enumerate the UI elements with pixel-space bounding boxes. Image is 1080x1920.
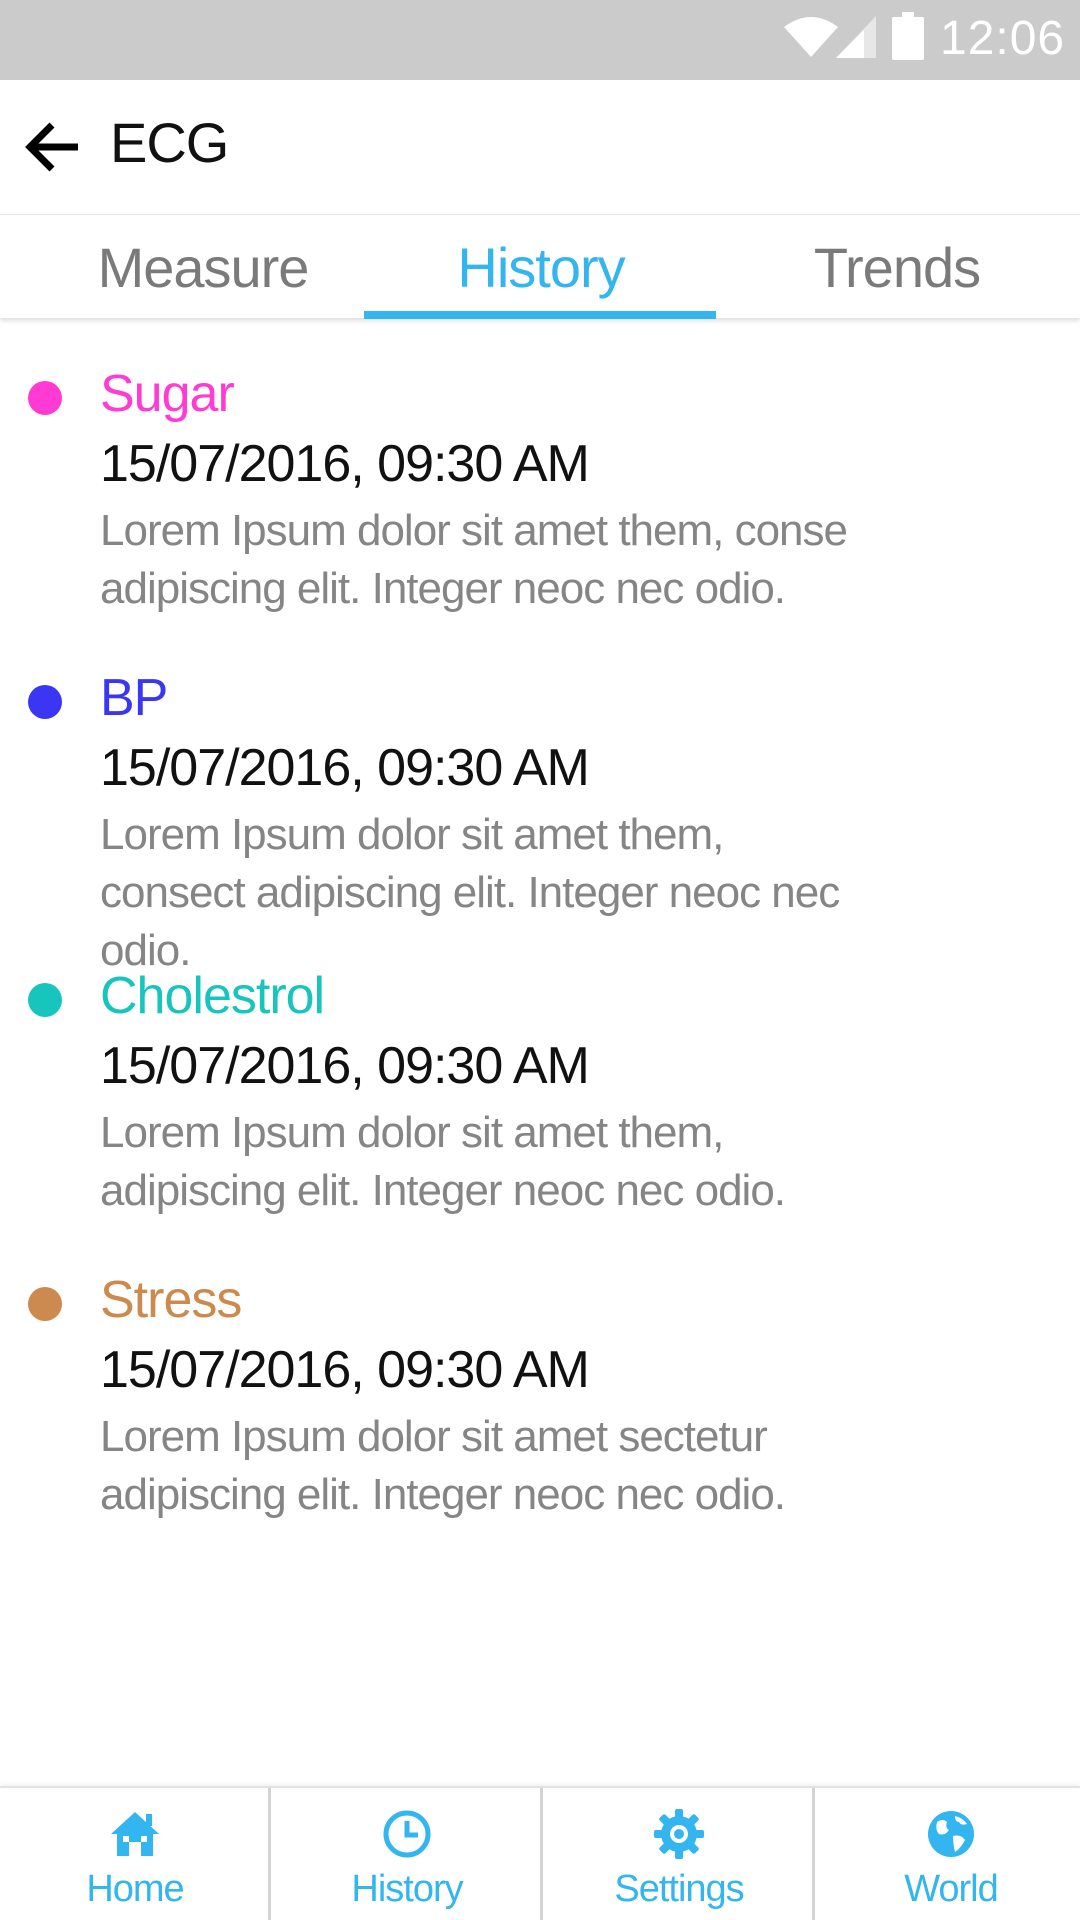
- arrow-back-icon[interactable]: [22, 116, 84, 178]
- gear-icon: [654, 1809, 704, 1859]
- tab-bar: Measure History Trends: [0, 214, 1080, 319]
- entry-description: Lorem Ipsum dolor sit amet them, consect…: [100, 810, 840, 975]
- entry-datetime: 15/07/2016, 09:30 AM: [100, 1037, 590, 1095]
- status-dot: [28, 381, 62, 415]
- status-bar: 12:06: [0, 0, 1080, 80]
- cell-signal-icon: [836, 16, 876, 58]
- page-title: ECG: [110, 111, 229, 174]
- entry-description: Lorem Ipsum dolor sit amet sectetur adip…: [100, 1412, 786, 1519]
- nav-world-label: World: [904, 1868, 999, 1910]
- clock-icon: [383, 1810, 431, 1858]
- entry-description: Lorem Ipsum dolor sit amet them, conse a…: [100, 506, 848, 613]
- battery-icon: [892, 12, 924, 60]
- wifi-icon: [784, 17, 838, 57]
- nav-history-label: History: [351, 1868, 463, 1910]
- status-time: 12:06: [940, 12, 1066, 65]
- entry-datetime: 15/07/2016, 09:30 AM: [100, 1341, 590, 1399]
- nav-divider: [268, 1788, 271, 1920]
- nav-home-label: Home: [86, 1868, 184, 1910]
- status-dot: [28, 983, 62, 1017]
- tab-measure[interactable]: Measure: [26, 215, 380, 319]
- home-icon: [111, 1812, 159, 1856]
- entry-datetime: 15/07/2016, 09:30 AM: [100, 739, 590, 797]
- globe-icon: [928, 1811, 974, 1857]
- nav-divider: [812, 1788, 815, 1920]
- status-dot: [28, 685, 62, 719]
- entry-description: Lorem Ipsum dolor sit amet them, adipisc…: [100, 1108, 786, 1215]
- entry-title: Cholestrol: [100, 967, 325, 1025]
- bottom-nav: Home History Settings World: [0, 1786, 1080, 1920]
- nav-divider: [540, 1788, 543, 1920]
- entry-title: Sugar: [100, 365, 235, 423]
- ecg-history-screen: 12:06 ECG Measure History Trends Sugar 1…: [0, 0, 1080, 1920]
- nav-settings-label: Settings: [614, 1868, 744, 1910]
- nav-world[interactable]: World: [816, 1788, 1080, 1920]
- nav-settings[interactable]: Settings: [544, 1788, 814, 1920]
- nav-history[interactable]: History: [272, 1788, 542, 1920]
- app-bar: ECG: [0, 80, 1080, 214]
- entry-title: Stress: [100, 1271, 242, 1329]
- tab-indicator: [364, 311, 716, 319]
- entry-datetime: 15/07/2016, 09:30 AM: [100, 435, 590, 493]
- tab-history[interactable]: History: [364, 215, 718, 319]
- nav-home[interactable]: Home: [0, 1788, 270, 1920]
- status-dot: [28, 1287, 62, 1321]
- tab-trends[interactable]: Trends: [720, 215, 1074, 319]
- entry-title: BP: [100, 669, 168, 727]
